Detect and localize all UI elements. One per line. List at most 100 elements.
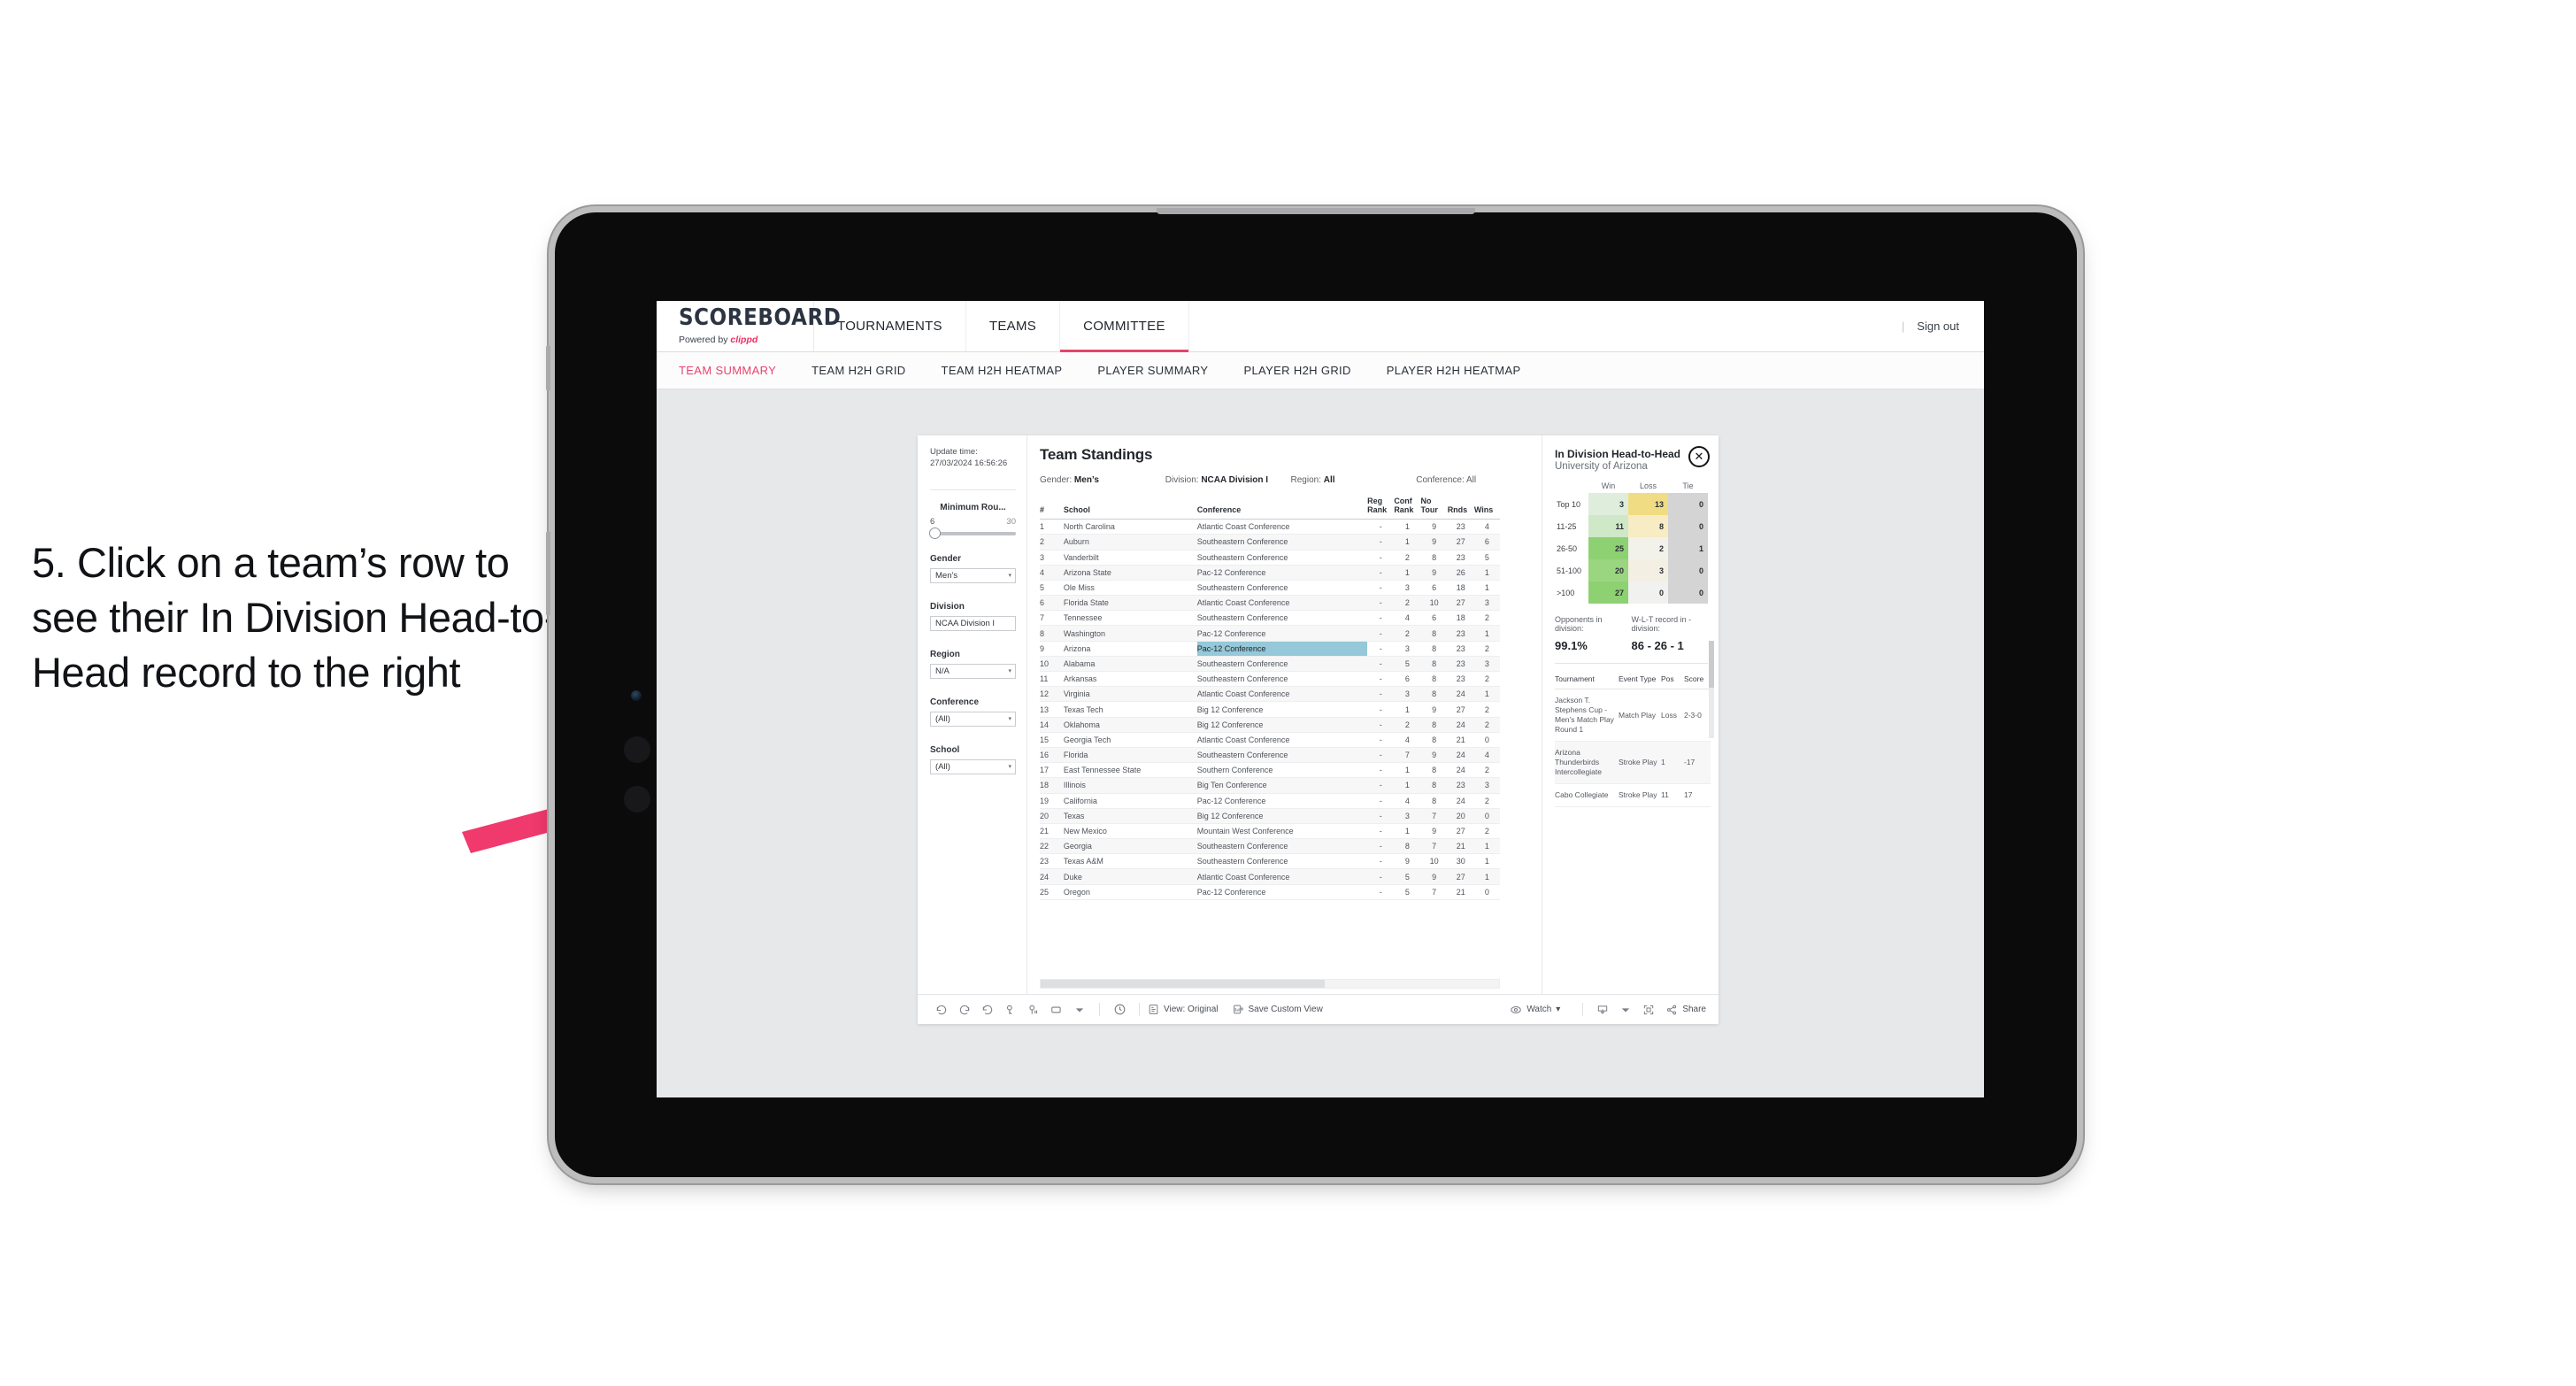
table-row[interactable]: 6 Florida State Atlantic Coast Conference -…: [1040, 595, 1500, 612]
cell-conference: Southeastern Conference: [1196, 853, 1368, 870]
col-no-tour[interactable]: No Tour: [1420, 494, 1448, 520]
table-row[interactable]: 8 Washington Pac-12 Conference -2 8 23 1: [1040, 625, 1500, 642]
pause-auto-updates-icon[interactable]: [1108, 1003, 1131, 1016]
tab-team-h2h-grid[interactable]: TEAM H2H GRID: [811, 364, 905, 377]
refresh-data-icon[interactable]: [999, 1004, 1022, 1016]
cell-no-tour: 9: [1420, 747, 1448, 764]
cell-conference: Big 12 Conference: [1196, 717, 1368, 733]
cell-wins: 2: [1473, 823, 1500, 840]
share-button[interactable]: Share: [1665, 1004, 1706, 1016]
table-row[interactable]: 19 California Pac-12 Conference -4 8 24 2: [1040, 793, 1500, 809]
table-row[interactable]: 10 Alabama Southeastern Conference -5 8 23 3: [1040, 656, 1500, 673]
tab-player-h2h-heatmap[interactable]: PLAYER H2H HEATMAP: [1387, 364, 1521, 377]
watch-button[interactable]: Watch ▾: [1510, 1004, 1560, 1016]
table-row[interactable]: 18 Illinois Big Ten Conference -1 8 23 3: [1040, 777, 1500, 794]
table-row[interactable]: 25 Oregon Pac-12 Conference -5 7 21 0: [1040, 884, 1500, 900]
school-select[interactable]: (All) ▾: [930, 758, 1016, 774]
slider-track[interactable]: [929, 527, 1016, 540]
brand-logo[interactable]: SCOREBOARD Powered by clippd: [657, 301, 841, 351]
table-row[interactable]: 16 Florida Southeastern Conference -7 9 24 4: [1040, 747, 1500, 764]
col-reg-rank[interactable]: Reg Rank: [1367, 494, 1395, 520]
meta-region-key: Region:: [1290, 475, 1321, 485]
division-select[interactable]: NCAA Division I: [930, 615, 1016, 631]
cell-wins: 1: [1473, 853, 1500, 870]
cell-reg-rank: -: [1367, 717, 1395, 733]
col-rnds[interactable]: Rnds: [1447, 494, 1474, 520]
cell-reg-rank: -: [1367, 519, 1395, 535]
nav-tournaments[interactable]: TOURNAMENTS: [814, 301, 966, 351]
nav-committee[interactable]: COMMITTEE: [1060, 301, 1189, 352]
nav-teams[interactable]: TEAMS: [966, 301, 1061, 351]
table-row[interactable]: 7 Tennessee Southeastern Conference -4 6 18 2: [1040, 610, 1500, 627]
device-layout-icon[interactable]: [1045, 1004, 1068, 1016]
slider-handle[interactable]: [929, 527, 941, 540]
tournaments-table: Tournament Event Type Pos Score Jackson …: [1555, 669, 1711, 808]
table-row[interactable]: 3 Vanderbilt Southeastern Conference -2 8 23 5: [1040, 550, 1500, 566]
col-conference[interactable]: Conference: [1196, 494, 1368, 520]
table-row[interactable]: 1 North Carolina Atlantic Coast Conference…: [1040, 519, 1500, 535]
view-original-button[interactable]: View: Original: [1148, 1004, 1219, 1015]
detail-scrollbar-thumb[interactable]: [1709, 641, 1714, 688]
tab-player-summary[interactable]: PLAYER SUMMARY: [1097, 364, 1208, 377]
col-conf-rank[interactable]: Conf Rank: [1394, 494, 1421, 520]
tournament-type: Stroke Play: [1619, 741, 1661, 785]
cell-conference: Southeastern Conference: [1196, 671, 1368, 688]
chevron-down-icon[interactable]: [1068, 1005, 1091, 1014]
table-row[interactable]: 11 Arkansas Southeastern Conference -6 8 23 2: [1040, 671, 1500, 688]
tab-player-h2h-grid[interactable]: PLAYER H2H GRID: [1243, 364, 1350, 377]
gender-select[interactable]: Men’s ▾: [930, 567, 1016, 583]
region-select[interactable]: N/A ▾: [930, 663, 1016, 679]
pause-updates-icon[interactable]: [1022, 1004, 1045, 1016]
table-row[interactable]: 2 Auburn Southeastern Conference -1 9 27 6: [1040, 534, 1500, 551]
table-row[interactable]: 24 Duke Atlantic Coast Conference -5 9 27 1: [1040, 868, 1500, 885]
col-wins[interactable]: Wins: [1473, 494, 1500, 520]
tournament-row[interactable]: Arizona Thunderbirds Intercollegiate Stro…: [1555, 741, 1711, 785]
table-row[interactable]: 13 Texas Tech Big 12 Conference -1 9 27 2: [1040, 701, 1500, 718]
scrollbar-thumb[interactable]: [1041, 980, 1326, 988]
col-rank[interactable]: #: [1040, 494, 1064, 520]
cell-no-tour: 8: [1420, 793, 1448, 809]
cell-rank: 8: [1040, 625, 1064, 642]
chevron-down-icon[interactable]: [1614, 1005, 1637, 1014]
table-row[interactable]: 5 Ole Miss Southeastern Conference -3 6 18 1: [1040, 580, 1500, 597]
table-row[interactable]: 9 Arizona Pac-12 Conference -3 8 23 2: [1040, 641, 1500, 657]
device-camera-icon: [631, 690, 642, 701]
cell-school: Ole Miss: [1063, 580, 1197, 597]
col-school[interactable]: School: [1063, 494, 1197, 520]
table-row[interactable]: 20 Texas Big 12 Conference -3 7 20 0: [1040, 808, 1500, 824]
fullscreen-icon[interactable]: [1637, 1004, 1660, 1016]
table-row[interactable]: 22 Georgia Southeastern Conference -8 7 21 1: [1040, 838, 1500, 855]
tab-team-h2h-heatmap[interactable]: TEAM H2H HEATMAP: [942, 364, 1063, 377]
tab-team-summary[interactable]: TEAM SUMMARY: [679, 364, 776, 377]
sign-out-link[interactable]: Sign out: [1917, 320, 1959, 333]
detail-vertical-scrollbar[interactable]: [1709, 641, 1714, 738]
undo-icon[interactable]: [930, 1004, 953, 1016]
table-row[interactable]: 14 Oklahoma Big 12 Conference -2 8 24 2: [1040, 717, 1500, 733]
cell-conference: Pac-12 Conference: [1196, 884, 1368, 900]
redo-icon[interactable]: [953, 1004, 976, 1016]
brand-tagline: Powered by clippd: [679, 335, 813, 345]
cell-no-tour: 6: [1420, 610, 1448, 627]
close-icon[interactable]: ✕: [1688, 446, 1710, 467]
device-lens-two: [624, 786, 650, 812]
download-icon[interactable]: [1591, 1004, 1614, 1016]
filter-division: Division NCAA Division I: [930, 602, 1016, 631]
meta-conference: Conference: All: [1416, 475, 1542, 485]
cell-rank: 23: [1040, 853, 1064, 870]
horizontal-scrollbar[interactable]: [1040, 979, 1500, 989]
table-row[interactable]: 21 New Mexico Mountain West Conference -1 9 2…: [1040, 823, 1500, 840]
standings-sheet: Team Standings Gender: Men’s Division: N…: [1027, 435, 1542, 994]
table-row[interactable]: 23 Texas A&M Southeastern Conference -9 10 30…: [1040, 853, 1500, 870]
table-row[interactable]: 17 East Tennessee State Southern Conferenc…: [1040, 762, 1500, 779]
conference-select[interactable]: (All) ▾: [930, 711, 1016, 727]
tournament-row[interactable]: Jackson T. Stephens Cup - Men’s Match Pl…: [1555, 689, 1711, 743]
save-custom-view-button[interactable]: Save Custom View: [1233, 1004, 1323, 1015]
school-label: School: [930, 744, 960, 755]
tournament-row[interactable]: Cabo Collegiate Stroke Play 11 17: [1555, 783, 1711, 808]
table-row[interactable]: 15 Georgia Tech Atlantic Coast Conference -…: [1040, 732, 1500, 748]
cell-rank: 9: [1040, 641, 1064, 657]
cell-reg-rank: -: [1367, 595, 1395, 612]
revert-icon[interactable]: [976, 1004, 999, 1016]
table-row[interactable]: 12 Virginia Atlantic Coast Conference -3 8 24…: [1040, 686, 1500, 703]
table-row[interactable]: 4 Arizona State Pac-12 Conference -1 9 26 1: [1040, 565, 1500, 581]
